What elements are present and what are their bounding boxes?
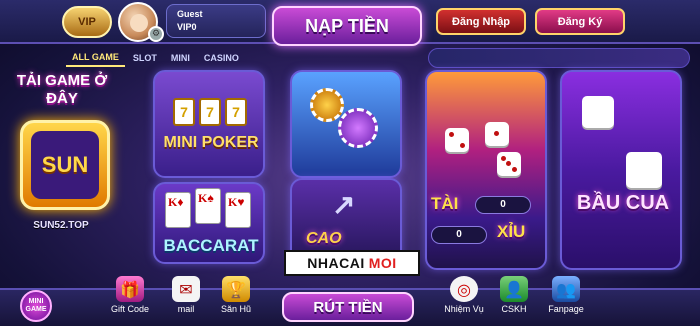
- arrow-icon: ↗: [332, 189, 356, 220]
- cskh-label: CSKH: [501, 304, 527, 314]
- tai-score: 0: [475, 196, 531, 214]
- xiu-score: 0: [431, 226, 487, 244]
- watermark-part1: NHACAI: [307, 255, 365, 271]
- watermark: NHACAI MOI: [284, 250, 420, 276]
- gift-icon: 🎁: [116, 276, 144, 302]
- deer-die-icon: [626, 152, 662, 188]
- baccarat-label: BACCARAT: [163, 236, 259, 255]
- game-card-chip[interactable]: [290, 70, 402, 178]
- sun-logo-text: SUN: [31, 131, 99, 199]
- group-icon: 👥: [552, 276, 580, 302]
- support-icon: 👤: [500, 276, 528, 302]
- deposit-button[interactable]: NẠP TIỀN: [272, 6, 422, 46]
- slot-reel: 7: [225, 98, 247, 126]
- san-hu-button[interactable]: 🏆 Săn Hũ: [206, 276, 266, 314]
- settings-gear-icon[interactable]: ⚙: [148, 26, 164, 42]
- withdraw-button[interactable]: RÚT TIỀN: [282, 292, 414, 322]
- username-text: Guest: [177, 9, 203, 19]
- game-card-baccarat[interactable]: K♦ K♠ K♥ BACCARAT: [153, 182, 265, 264]
- watermark-part2: MOI: [368, 255, 397, 271]
- tab-casino[interactable]: CASINO: [198, 50, 245, 66]
- tab-all-game[interactable]: ALL GAME: [66, 49, 125, 67]
- san-hu-label: Săn Hũ: [220, 304, 252, 314]
- register-button[interactable]: Đăng Ký: [535, 8, 625, 35]
- chip-icon: [310, 88, 344, 122]
- login-button[interactable]: Đăng Nhập: [436, 8, 526, 35]
- cao-thap-label: CAO: [306, 230, 342, 247]
- playing-card-icon: K♦: [165, 192, 191, 228]
- dice-icon: [497, 152, 521, 176]
- download-promo-title[interactable]: TẢI GAME Ở ĐÂY: [14, 72, 110, 108]
- game-card-mini-poker[interactable]: 7 7 7 MINI POKER: [153, 70, 265, 178]
- tab-mini[interactable]: MINI: [165, 50, 196, 66]
- slot-reel: 7: [199, 98, 221, 126]
- game-card-tai-xiu[interactable]: TÀI 0 0 XỈU: [425, 70, 547, 270]
- gift-code-label: Gift Code: [110, 304, 150, 314]
- cskh-button[interactable]: 👤 CSKH: [484, 276, 544, 314]
- trophy-icon: 🏆: [222, 276, 250, 302]
- marquee-bar: [428, 48, 690, 68]
- game-card-bau-cua[interactable]: BẦU CUA: [560, 70, 682, 270]
- playing-card-icon: K♠: [195, 188, 221, 224]
- fanpage-button[interactable]: 👥 Fanpage: [536, 276, 596, 314]
- fanpage-label: Fanpage: [548, 304, 584, 314]
- mini-game-button[interactable]: MINI GAME: [20, 290, 52, 322]
- crab-die-icon: [582, 96, 614, 128]
- vip-badge[interactable]: VIP: [62, 6, 112, 38]
- user-info-panel: Guest VIP0: [166, 4, 266, 38]
- mail-icon: ✉: [172, 276, 200, 302]
- mini-poker-label: MINI POKER: [163, 134, 259, 151]
- target-icon: ◎: [450, 276, 478, 302]
- sun-logo[interactable]: SUN: [20, 120, 110, 210]
- category-tabs: ALL GAME SLOT MINI CASINO: [66, 48, 272, 68]
- user-level-text: VIP0: [177, 22, 197, 32]
- tai-label: TÀI: [431, 194, 459, 213]
- xiu-label: XỈU: [497, 222, 526, 241]
- playing-card-icon: K♥: [225, 192, 251, 228]
- bau-cua-label: BẦU CUA: [576, 192, 670, 214]
- domain-text: SUN52.TOP: [33, 220, 89, 231]
- dice-icon: [445, 128, 469, 152]
- chip-icon: [338, 108, 378, 148]
- gift-code-button[interactable]: 🎁 Gift Code: [100, 276, 160, 314]
- dice-icon: [485, 122, 509, 146]
- slot-reel: 7: [173, 98, 195, 126]
- tab-slot[interactable]: SLOT: [127, 50, 163, 66]
- avatar-face: [130, 14, 148, 32]
